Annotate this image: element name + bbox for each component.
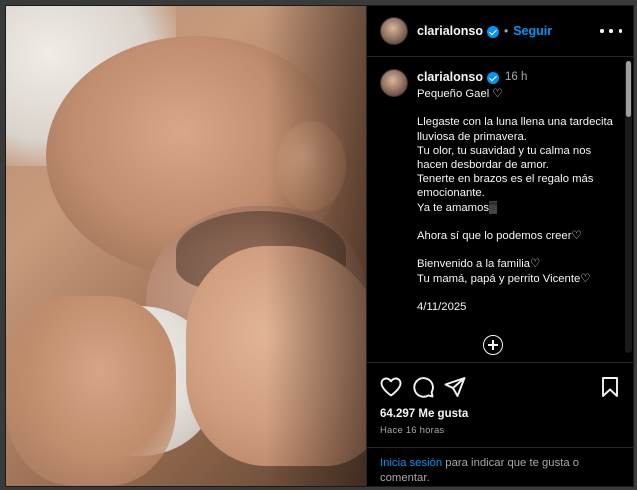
post-photo[interactable] (6, 6, 366, 486)
post-timestamp[interactable]: Hace 16 horas (380, 425, 444, 436)
scrollbar-thumb[interactable] (626, 61, 631, 117)
load-more-comments-icon[interactable] (483, 335, 503, 355)
action-bar (379, 375, 622, 399)
caption-text: Pequeño Gael ♡ Llegaste con la luna llen… (417, 88, 613, 314)
verified-badge-icon (487, 26, 499, 38)
separator-dot: • (504, 24, 509, 38)
more-options-icon[interactable] (600, 23, 622, 39)
post-side-panel: clarialonso • Seguir clarialonso 16 h Pe… (366, 6, 633, 486)
caption: clarialonso 16 h Pequeño Gael ♡ Llegaste… (380, 69, 622, 314)
caption-time[interactable]: 16 h (505, 71, 527, 83)
caption-username[interactable]: clarialonso (417, 70, 483, 84)
more-dot (600, 29, 604, 33)
verified-badge-icon (487, 72, 499, 84)
header-username[interactable]: clarialonso (417, 24, 483, 38)
likes-count[interactable]: 64.297 Me gusta (380, 408, 468, 420)
actions-area: 64.297 Me gusta Hace 16 horas Inicia ses… (367, 362, 633, 486)
follow-button[interactable]: Seguir (513, 24, 552, 38)
login-prompt: Inicia sesión para indicar que te gusta … (367, 447, 633, 486)
send-icon[interactable] (443, 375, 467, 399)
scrollbar[interactable] (625, 61, 632, 353)
caption-avatar[interactable] (380, 69, 408, 97)
more-dot (618, 29, 622, 33)
photo-hand-left (6, 296, 176, 486)
login-link[interactable]: Inicia sesión (380, 457, 442, 469)
caption-body: clarialonso 16 h Pequeño Gael ♡ Llegaste… (417, 69, 622, 314)
bookmark-icon[interactable] (598, 375, 622, 399)
window-frame: clarialonso • Seguir clarialonso 16 h Pe… (0, 0, 637, 490)
photo-shadow (266, 6, 366, 486)
caption-head: clarialonso 16 h (417, 69, 622, 85)
post-dialog: clarialonso • Seguir clarialonso 16 h Pe… (5, 5, 634, 487)
login-text: Inicia sesión para indicar que te gusta … (380, 456, 610, 486)
comments-area: clarialonso 16 h Pequeño Gael ♡ Llegaste… (367, 57, 633, 362)
post-header: clarialonso • Seguir (367, 6, 633, 57)
avatar[interactable] (380, 17, 408, 45)
heart-icon[interactable] (379, 375, 403, 399)
comment-icon[interactable] (411, 375, 435, 399)
more-dot (609, 29, 613, 33)
